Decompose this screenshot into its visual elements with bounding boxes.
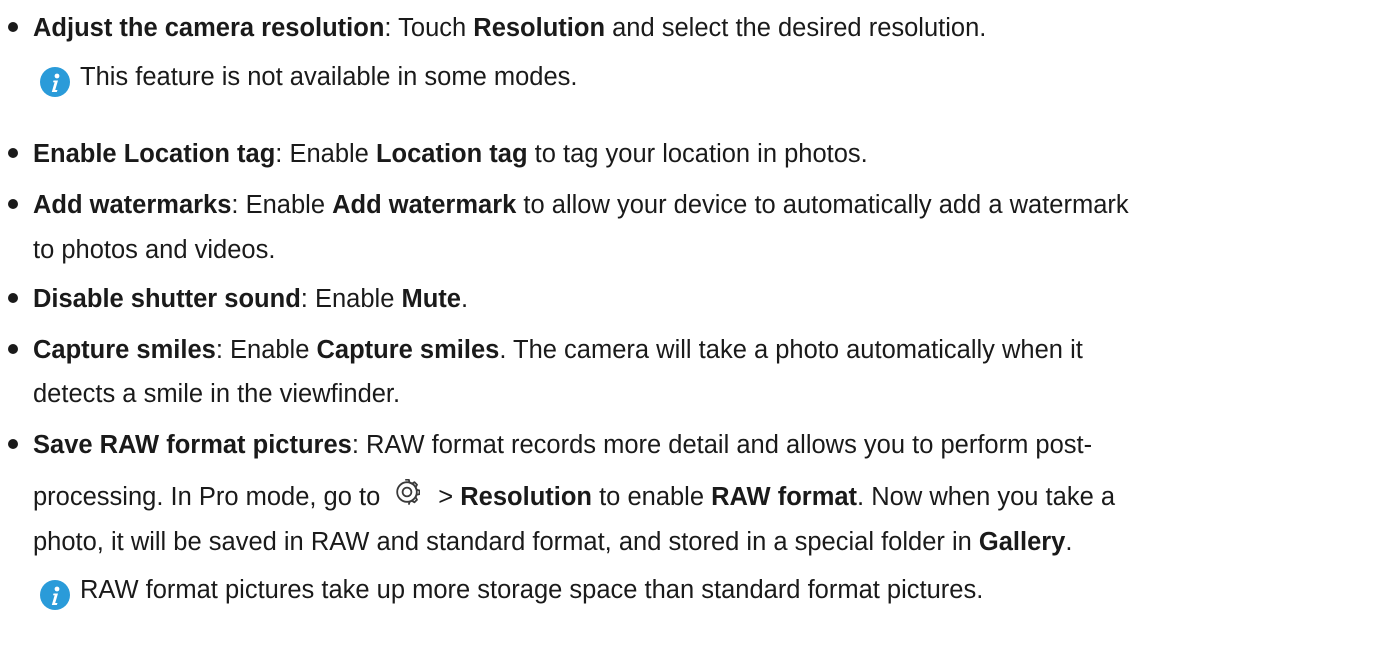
list-item-raw-format-line3: photo, it will be saved in RAW and stand… [33,528,1073,556]
list-item-capture-smiles: Capture smiles: Enable Capture smiles. T… [8,330,1083,370]
bullet [8,22,18,33]
note-raw-format: RAW format pictures take up more storage… [40,570,984,611]
list-item-raw-format-line2: processing. In Pro mode, go to > Resolut… [33,477,1115,517]
list-item-capture-smiles-cont: detects a smile in the viewfinder. [33,380,401,408]
item-title: Disable shutter sound [33,285,301,313]
list-item-watermarks: Add watermarks: Enable Add watermark to … [8,185,1129,225]
bullet [8,148,18,159]
bullet [8,439,18,450]
list-item-watermarks-cont: to photos and videos. [33,236,276,264]
bullet [8,293,18,304]
item-title: Adjust the camera resolution [33,14,385,42]
bullet [8,344,18,355]
item-title: Save RAW format pictures [33,431,352,459]
list-item-shutter-sound: Disable shutter sound: Enable Mute. [8,279,468,319]
list-item-raw-format: Save RAW format pictures: RAW format rec… [8,425,1092,465]
item-title: Enable Location tag [33,140,276,168]
item-title: Capture smiles [33,336,216,364]
info-icon [40,580,70,611]
item-title: Add watermarks [33,191,232,219]
gear-icon [394,477,421,506]
info-icon [40,67,70,98]
note-text: This feature is not available in some mo… [80,63,578,91]
note-resolution: This feature is not available in some mo… [40,57,578,98]
list-item-resolution: Adjust the camera resolution: Touch Reso… [8,8,986,48]
list-item-location-tag: Enable Location tag: Enable Location tag… [8,134,868,174]
bullet [8,199,18,210]
note-text: RAW format pictures take up more storage… [80,576,984,604]
